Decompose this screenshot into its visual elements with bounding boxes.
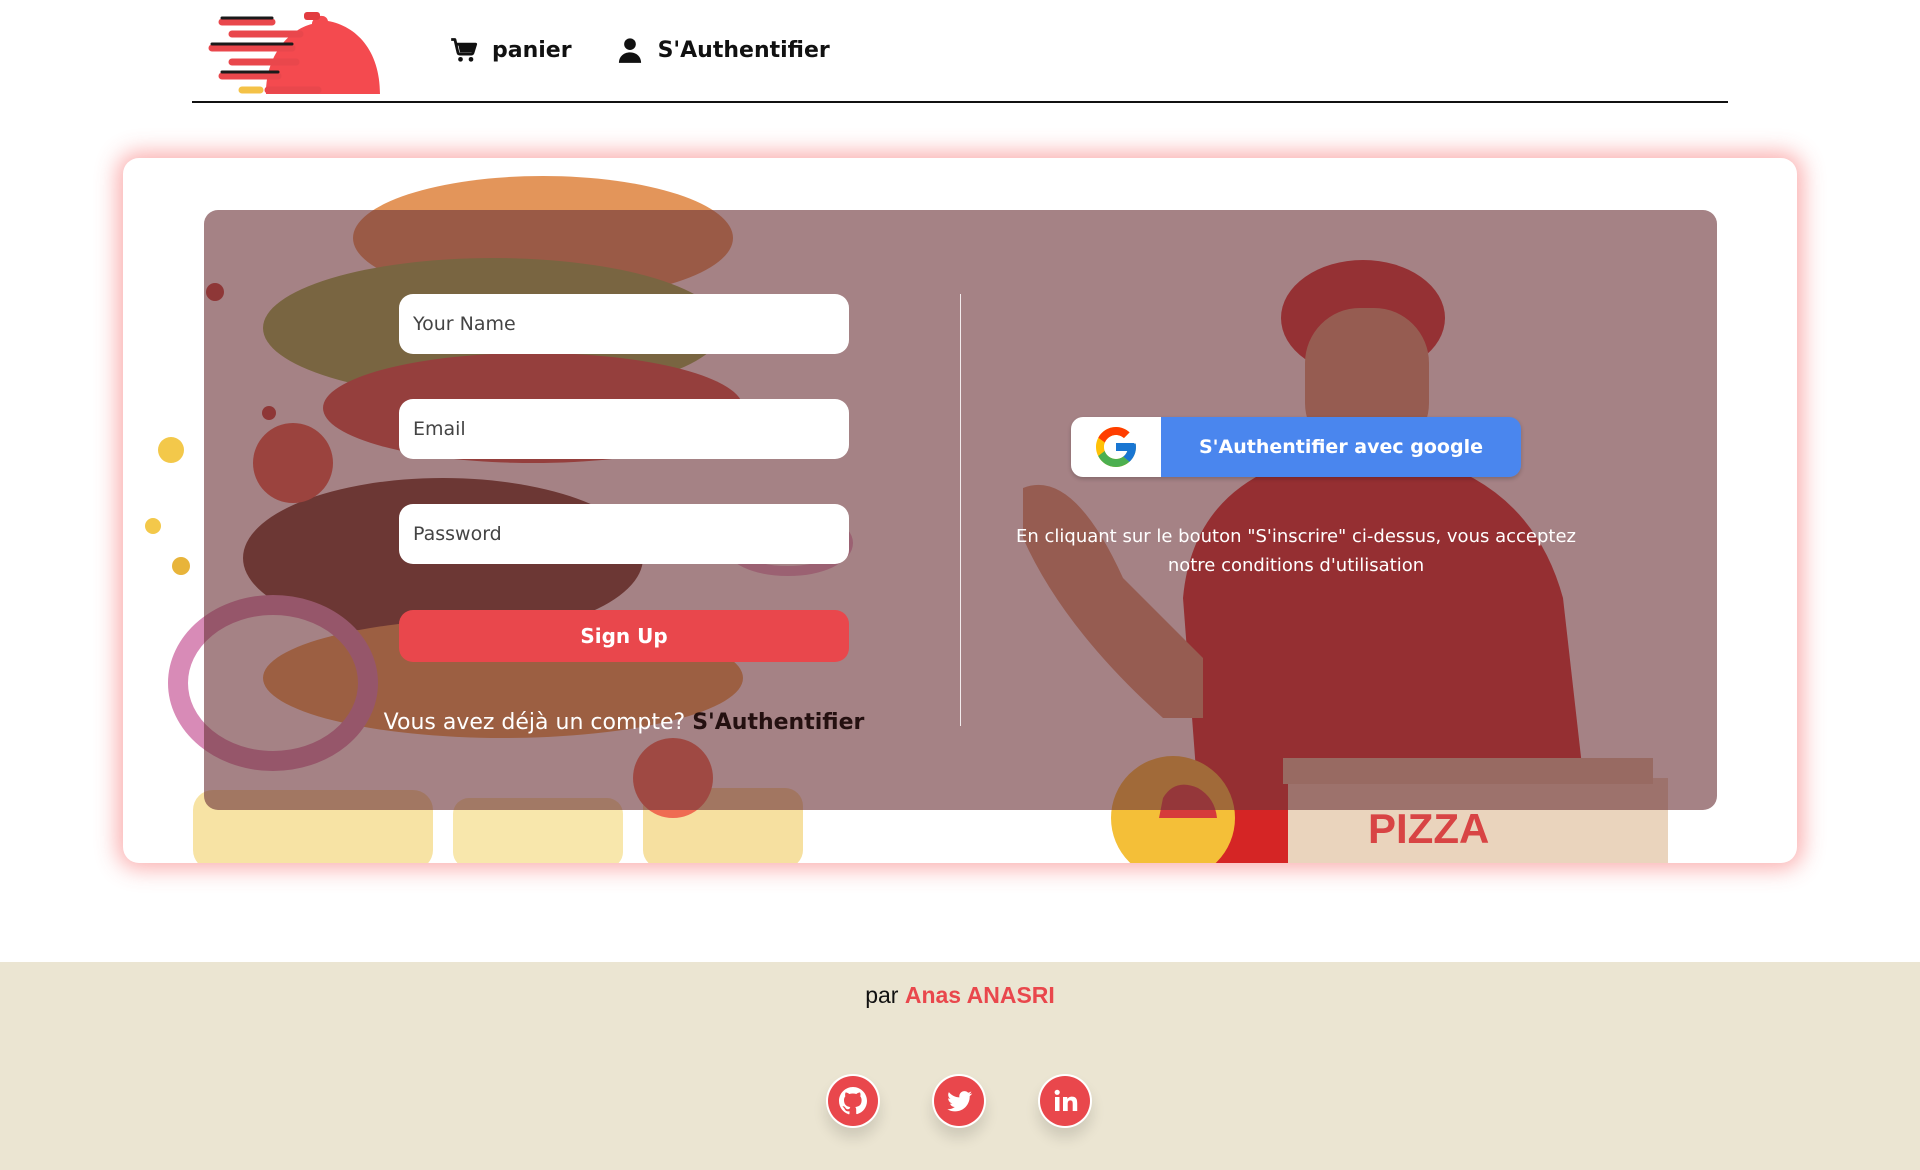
nav-login[interactable]: S'Authentifier <box>616 36 830 64</box>
author-name[interactable]: Anas ANASRI <box>905 982 1055 1008</box>
brand-logo[interactable] <box>208 4 386 98</box>
signup-panel: Sign Up Vous avez déjà un compte? S'Auth… <box>204 210 1717 810</box>
nav-cart-label: panier <box>492 37 572 63</box>
column-divider <box>960 294 961 726</box>
signup-button[interactable]: Sign Up <box>399 610 849 662</box>
svg-text:PIZZA: PIZZA <box>1368 805 1489 852</box>
linkedin-icon <box>1040 1076 1090 1126</box>
password-input[interactable] <box>399 504 849 564</box>
login-prompt: Vous avez déjà un compte? S'Authentifier <box>304 710 944 735</box>
email-input[interactable] <box>399 399 849 459</box>
credit-prefix: par <box>865 982 899 1008</box>
social-links <box>826 1074 1092 1128</box>
nav-cart[interactable]: panier <box>450 36 572 64</box>
login-link[interactable]: S'Authentifier <box>692 710 864 735</box>
user-icon <box>618 38 641 63</box>
github-link[interactable] <box>826 1074 880 1128</box>
twitter-icon <box>934 1076 984 1126</box>
twitter-link[interactable] <box>932 1074 986 1128</box>
google-icon-container <box>1071 417 1161 477</box>
linkedin-link[interactable] <box>1038 1074 1092 1128</box>
site-header: panier S'Authentifier <box>192 0 1728 103</box>
google-auth-button[interactable]: S'Authentifier avec google <box>1071 417 1521 477</box>
github-icon <box>828 1076 878 1126</box>
cart-icon <box>451 38 478 62</box>
terms-notice: En cliquant sur le bouton "S'inscrire" c… <box>980 522 1612 580</box>
terms-line-1: En cliquant sur le bouton "S'inscrire" c… <box>1016 526 1576 547</box>
signup-card: PIZZA Sign Up Vous avez déjà un compte? … <box>123 158 1797 863</box>
name-input[interactable] <box>399 294 849 354</box>
nav-login-label: S'Authentifier <box>657 37 830 63</box>
author-credit: par Anas ANASRI <box>0 982 1920 1009</box>
main-nav: panier S'Authentifier <box>450 36 830 64</box>
login-prompt-text: Vous avez déjà un compte? <box>383 710 686 735</box>
terms-line-2: notre conditions d'utilisation <box>1167 555 1425 576</box>
site-footer: par Anas ANASRI <box>0 962 1920 1170</box>
google-icon <box>1096 427 1136 467</box>
google-auth-label: S'Authentifier avec google <box>1161 417 1521 477</box>
